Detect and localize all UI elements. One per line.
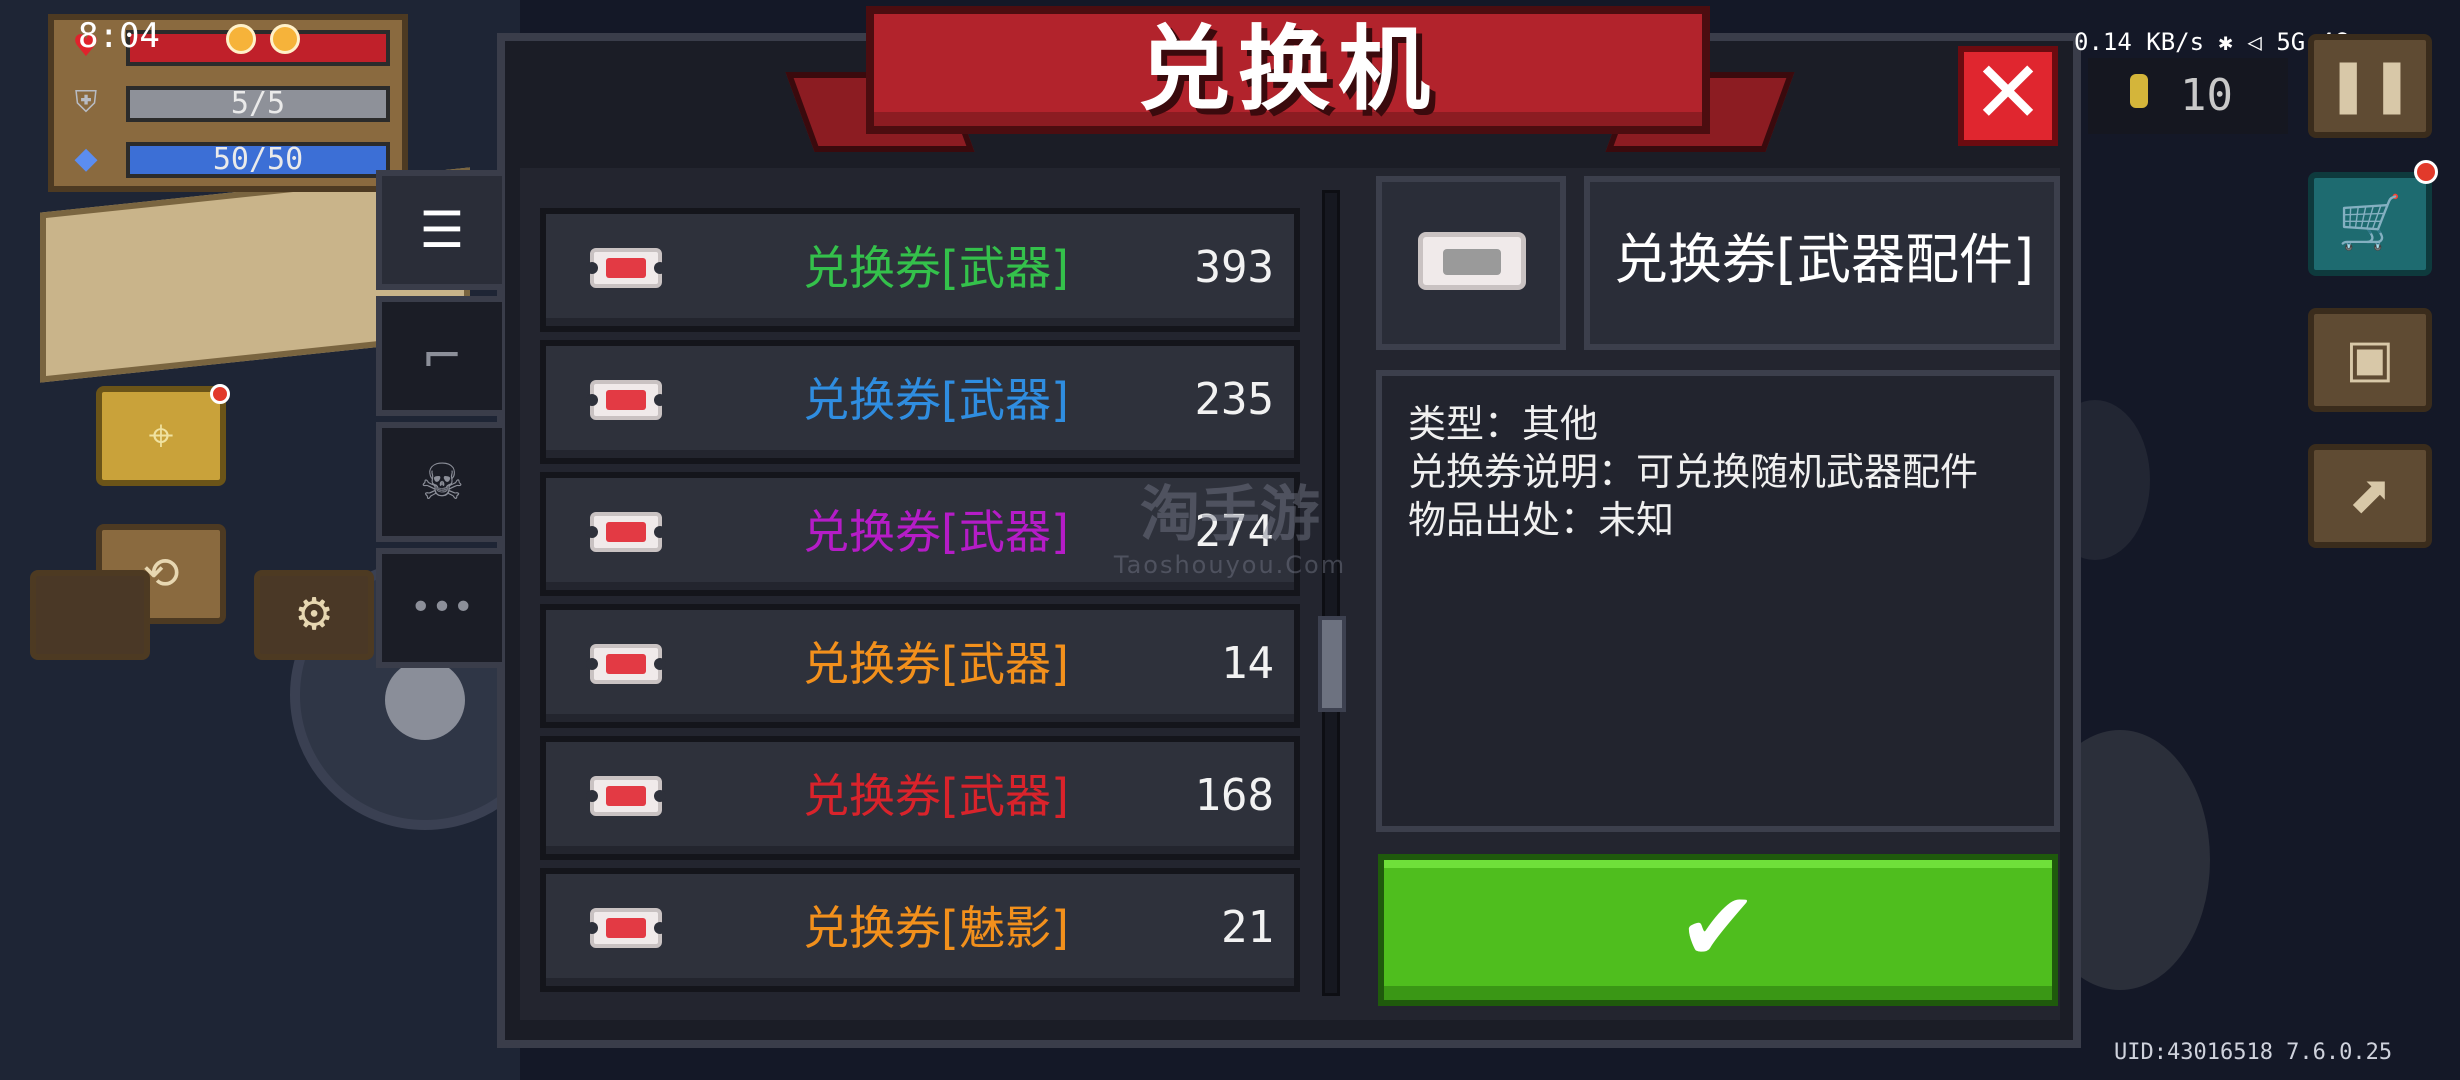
network-speed: 0.14 KB/s <box>2074 28 2205 56</box>
settings-crate[interactable]: ⚙ <box>254 570 374 660</box>
clock-time: 8:04 <box>78 16 160 56</box>
gear-icon: ⚙ <box>294 589 334 640</box>
profile-button[interactable]: ▣ <box>2308 308 2432 412</box>
coin-icon <box>2130 74 2148 108</box>
checkmark-icon: ✔ <box>1677 871 1759 983</box>
tab-skins[interactable]: ☠ <box>376 422 502 542</box>
coin-count: 10 <box>2180 70 2233 121</box>
armor-bar: 5/5 <box>126 86 390 122</box>
joystick-knob[interactable] <box>385 660 465 740</box>
watermark: 淘手游 Taoshouyou.Com <box>1100 480 1360 600</box>
list-item[interactable]: 兑换券[武器] 168 <box>540 736 1300 860</box>
profile-card-icon: ▣ <box>2345 329 2395 389</box>
watermark-subtitle: Taoshouyou.Com <box>1113 551 1347 579</box>
close-icon: ✕ <box>1971 43 2045 143</box>
item-name: 兑换券[武器] <box>803 637 1069 691</box>
confirm-button[interactable]: ✔ <box>1378 854 2058 1006</box>
item-description: 类型：其他 兑换券说明：可兑换随机武器配件 物品出处：未知 <box>1376 370 2060 832</box>
pause-icon: ❚❚ <box>2326 55 2414 115</box>
bluetooth-icon: ✱ <box>2218 28 2233 56</box>
shop-button[interactable]: 🛒 <box>2308 172 2432 276</box>
diamond-icon: ◆ <box>74 141 98 176</box>
list-item[interactable]: 兑换券[武器] 235 <box>540 340 1300 464</box>
item-count: 14 <box>1221 638 1274 689</box>
item-count: 21 <box>1221 902 1274 953</box>
location-pin-icon: ⌖ <box>148 410 174 461</box>
scrollbar-thumb[interactable] <box>1318 616 1346 712</box>
notification-dot <box>210 384 230 404</box>
crate <box>30 570 150 660</box>
dialog-title: 兑换机 <box>1137 16 1438 123</box>
more-icon: ••• <box>410 587 474 628</box>
item-count: 235 <box>1194 374 1274 425</box>
item-description-text: 兑换券说明：可兑换随机武器配件 <box>1408 450 1979 494</box>
exit-button[interactable]: ⬈ <box>2308 444 2432 548</box>
ticket-icon <box>586 512 666 552</box>
close-button[interactable]: ✕ <box>1958 46 2058 146</box>
item-type: 类型：其他 <box>1408 402 1599 446</box>
item-source: 物品出处：未知 <box>1408 498 1675 542</box>
tab-more[interactable]: ••• <box>376 548 502 668</box>
ticket-icon <box>586 776 666 816</box>
list-item[interactable]: 兑换券[武器] 14 <box>540 604 1300 728</box>
shield-icon: ⛨ <box>74 85 98 120</box>
tab-weapons[interactable]: ⌐ <box>376 296 502 416</box>
ticket-icon <box>1418 232 1526 290</box>
ticket-icon <box>586 644 666 684</box>
ticket-icon <box>586 908 666 948</box>
shop-cart-icon: 🛒 <box>2337 193 2403 253</box>
ticket-icon <box>586 248 666 288</box>
skull-icon: ☠ <box>419 453 465 511</box>
pause-button[interactable]: ❚❚ <box>2308 34 2432 138</box>
watermark-title: 淘手游 <box>1140 480 1320 550</box>
item-name: 兑换券[武器] <box>803 505 1069 559</box>
exit-stairs-icon: ⬈ <box>2348 465 2392 525</box>
notification-dot <box>2414 160 2438 184</box>
mute-icon: ◁ <box>2247 28 2262 56</box>
location-pin-button[interactable]: ⌖ <box>96 386 226 486</box>
uid-version: UID:43016518 7.6.0.25 <box>2114 1040 2393 1065</box>
list-icon: ☰ <box>419 201 465 259</box>
hp-bar <box>126 30 390 66</box>
energy-bar: 50/50 <box>126 142 390 178</box>
buff-icon <box>226 24 256 54</box>
item-name: 兑换券[武器] <box>803 241 1069 295</box>
list-item[interactable]: 兑换券[魅影] 21 <box>540 868 1300 992</box>
item-name: 兑换券[魅影] <box>803 901 1069 955</box>
item-name: 兑换券[武器] <box>803 373 1069 427</box>
item-count: 393 <box>1194 242 1274 293</box>
ticket-icon <box>586 380 666 420</box>
buff-icon <box>270 24 300 54</box>
gun-icon: ⌐ <box>421 327 463 385</box>
item-name: 兑换券[武器] <box>803 769 1069 823</box>
list-item[interactable]: 兑换券[武器] 393 <box>540 208 1300 332</box>
selected-item-name: 兑换券[武器配件] <box>1613 228 2035 291</box>
tab-list[interactable]: ☰ <box>376 170 502 290</box>
item-count: 168 <box>1194 770 1274 821</box>
